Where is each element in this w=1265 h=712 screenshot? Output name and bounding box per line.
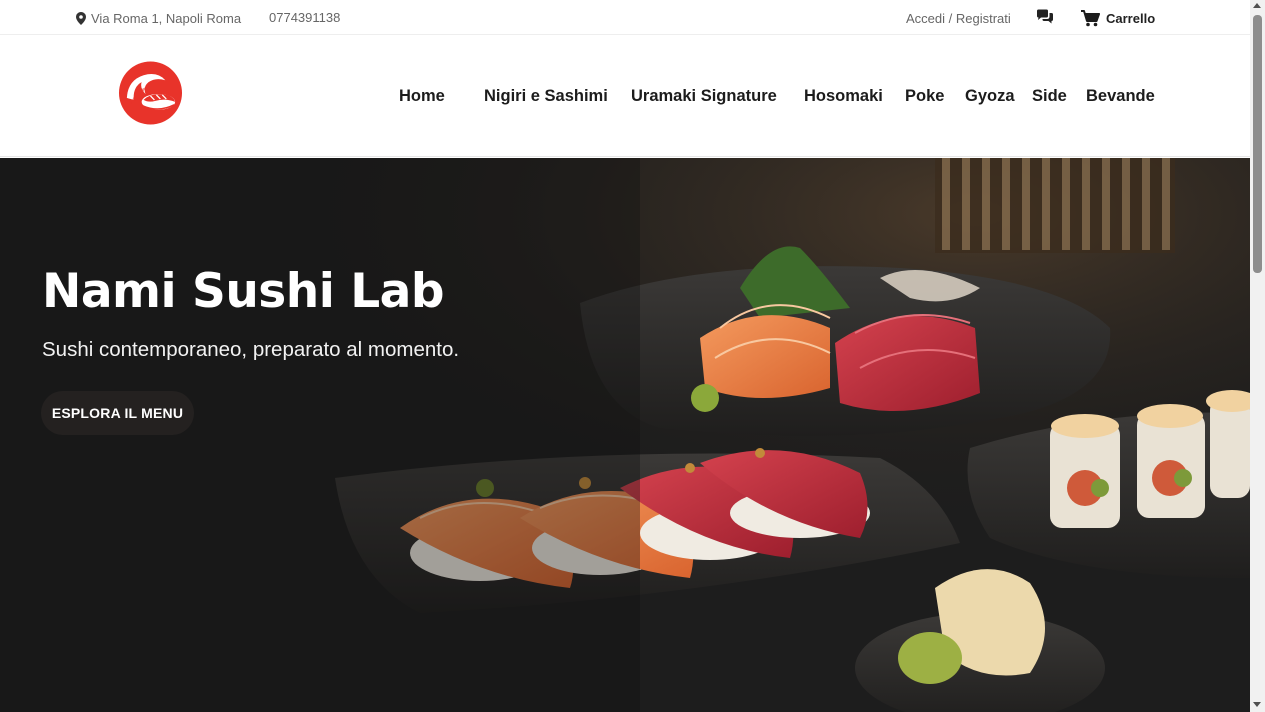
hero-subtitle: Sushi contemporaneo, preparato al moment… <box>42 338 460 361</box>
nav-uramaki-signature[interactable]: Uramaki Signature <box>631 85 777 107</box>
shopping-cart-icon <box>1081 9 1100 26</box>
chat-bubbles-icon[interactable] <box>1036 9 1054 26</box>
hero-sushi-image <box>0 158 1250 712</box>
wave-sushi-logo[interactable] <box>118 60 183 126</box>
phone-number: 0774391138 <box>269 10 341 25</box>
nav-hosomaki[interactable]: Hosomaki <box>804 85 883 107</box>
explore-menu-button[interactable]: ESPLORA IL MENU <box>41 391 194 435</box>
nav-poke[interactable]: Poke <box>905 85 944 107</box>
nav-bevande[interactable]: Bevande <box>1086 85 1155 107</box>
scroll-up-arrow-icon[interactable] <box>1253 3 1261 8</box>
hero-title: Nami Sushi Lab <box>42 264 445 319</box>
login-register-link[interactable]: Accedi / Registrati <box>906 10 1011 28</box>
hero-banner: Nami Sushi Lab Sushi contemporaneo, prep… <box>0 158 1250 712</box>
nav-home[interactable]: Home <box>399 85 445 107</box>
page-scrollbar[interactable] <box>1250 0 1265 712</box>
top-utility-bar: Via Roma 1, Napoli Roma 0774391138 Acced… <box>0 0 1250 35</box>
cart-label: Carrello <box>1106 10 1156 26</box>
nav-nigiri-sashimi[interactable]: Nigiri e Sashimi <box>484 85 608 107</box>
nav-side[interactable]: Side <box>1032 85 1067 107</box>
main-header: Home Nigiri e Sashimi Uramaki Signature … <box>0 35 1250 157</box>
cart-button[interactable]: Carrello <box>1081 8 1155 28</box>
map-pin-icon <box>76 11 86 25</box>
address-text: Via Roma 1, Napoli Roma <box>91 10 242 26</box>
nav-gyoza[interactable]: Gyoza <box>965 85 1015 107</box>
address: Via Roma 1, Napoli Roma <box>76 9 241 27</box>
scrollbar-thumb[interactable] <box>1253 15 1262 273</box>
scroll-down-arrow-icon[interactable] <box>1253 702 1261 707</box>
